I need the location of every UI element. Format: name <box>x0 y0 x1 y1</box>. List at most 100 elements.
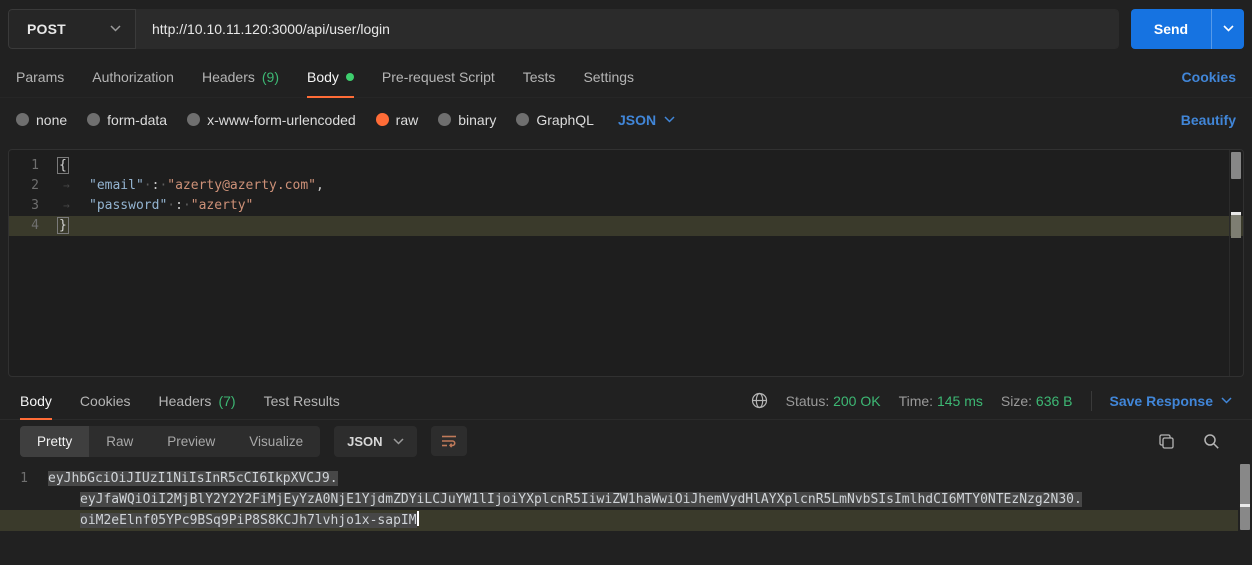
response-scrollbar-thumb[interactable] <box>1240 464 1250 530</box>
response-editor-lines: 1eyJhbGciOiJIUzI1NiIsInR5cCI6IkpXVCJ9.ey… <box>0 468 1252 531</box>
token-key: "email" <box>89 178 144 193</box>
copy-icon[interactable] <box>1158 433 1175 450</box>
chevron-down-icon <box>1221 397 1232 404</box>
beautify-link[interactable]: Beautify <box>1181 112 1236 128</box>
chevron-down-icon <box>664 116 675 123</box>
request-editor-lines: 1{2→"email"·:·"azerty@azerty.com",3→"pas… <box>9 156 1243 236</box>
line-number: 3 <box>9 196 57 216</box>
line-number: 2 <box>9 176 57 196</box>
radio-none[interactable]: none <box>16 112 67 128</box>
response-language-select[interactable]: JSON <box>334 426 416 457</box>
response-body-editor[interactable]: 1eyJhbGciOiJIUzI1NiIsInR5cCI6IkpXVCJ9.ey… <box>0 462 1252 552</box>
response-tab-body[interactable]: Body <box>20 382 52 420</box>
request-tabs: Params Authorization Headers (9) Body Pr… <box>0 57 1252 98</box>
indent-guide: → <box>57 176 89 196</box>
response-tab-cookies[interactable]: Cookies <box>80 382 131 420</box>
size-badge: Size: 636 B <box>1001 393 1073 409</box>
chevron-down-icon <box>110 25 121 32</box>
response-tab-test-results[interactable]: Test Results <box>264 382 340 420</box>
radio-graphql[interactable]: GraphQL <box>516 112 594 128</box>
send-group: Send <box>1131 9 1244 49</box>
send-button[interactable]: Send <box>1131 9 1211 49</box>
view-raw[interactable]: Raw <box>89 426 150 457</box>
tab-headers[interactable]: Headers (9) <box>202 57 279 98</box>
view-pretty[interactable]: Pretty <box>20 426 89 457</box>
response-tabs: Body Cookies Headers (7) Test Results <box>20 382 340 420</box>
radio-icon <box>187 113 200 126</box>
request-url-bar: POST http://10.10.11.120:3000/api/user/l… <box>0 0 1252 57</box>
code-line[interactable]: 1{ <box>9 156 1243 176</box>
search-icon[interactable] <box>1203 433 1220 450</box>
line-content: →"email"·:·"azerty@azerty.com", <box>57 176 324 196</box>
token-punct: ·:· <box>144 178 167 193</box>
tab-body[interactable]: Body <box>307 57 354 98</box>
method-select[interactable]: POST <box>8 9 136 49</box>
tab-pre-request-script[interactable]: Pre-request Script <box>382 57 495 98</box>
token-brace: { <box>57 157 69 174</box>
token-key: "password" <box>89 198 167 213</box>
scrollbar-thumb[interactable] <box>1231 152 1241 179</box>
token-punct: ·:· <box>167 198 190 213</box>
line-content: } <box>57 216 69 236</box>
radio-binary[interactable]: binary <box>438 112 496 128</box>
tab-tests[interactable]: Tests <box>523 57 556 98</box>
body-type-row: none form-data x-www-form-urlencoded raw… <box>0 98 1252 141</box>
code-line[interactable]: 2→"email"·:·"azerty@azerty.com", <box>9 176 1243 196</box>
response-headers-count: (7) <box>218 393 235 409</box>
line-number: 1 <box>9 156 57 176</box>
radio-icon <box>87 113 100 126</box>
wrap-text-button[interactable] <box>431 426 467 456</box>
save-response-button[interactable]: Save Response <box>1110 393 1233 409</box>
token-brace: } <box>57 217 69 234</box>
text-cursor <box>417 511 419 526</box>
response-line[interactable]: 1eyJhbGciOiJIUzI1NiIsInR5cCI6IkpXVCJ9. <box>0 468 1252 489</box>
url-input[interactable]: http://10.10.11.120:3000/api/user/login <box>136 9 1119 49</box>
network-globe-icon <box>751 392 768 409</box>
response-tab-headers[interactable]: Headers (7) <box>159 382 236 420</box>
response-toolbar-right <box>1158 433 1232 450</box>
code-line[interactable]: 3→"password"·:·"azerty" <box>9 196 1243 216</box>
response-line[interactable]: oiM2eElnf05YPc9BSq9PiP8S8KCJh7lvhjo1x-sa… <box>0 510 1238 531</box>
line-content: { <box>57 156 69 176</box>
radio-icon <box>16 113 29 126</box>
response-header: Body Cookies Headers (7) Test Results St… <box>0 382 1252 420</box>
status-badge: Status: 200 OK <box>786 393 881 409</box>
tab-authorization[interactable]: Authorization <box>92 57 174 98</box>
jwt-token-text: eyJhbGciOiJIUzI1NiIsInR5cCI6IkpXVCJ9. <box>48 471 338 486</box>
response-cursor-position-marker <box>1240 504 1250 507</box>
token-str: "azerty@azerty.com" <box>167 178 316 193</box>
method-label: POST <box>27 21 66 37</box>
line-content: →"password"·:·"azerty" <box>57 196 253 216</box>
cookies-link[interactable]: Cookies <box>1182 69 1236 85</box>
radio-form-data[interactable]: form-data <box>87 112 167 128</box>
response-view-group: Pretty Raw Preview Visualize <box>20 426 320 457</box>
headers-count: (9) <box>262 69 279 85</box>
view-preview[interactable]: Preview <box>150 426 232 457</box>
time-badge: Time: 145 ms <box>899 393 983 409</box>
token-str: "azerty" <box>191 198 254 213</box>
radio-selected-icon <box>376 113 389 126</box>
radio-x-www-form-urlencoded[interactable]: x-www-form-urlencoded <box>187 112 356 128</box>
token-punct: , <box>316 178 324 193</box>
response-line[interactable]: eyJfaWQiOiI2MjBlY2Y2Y2FiMjEyYzA0NjE1Yjdm… <box>0 489 1252 510</box>
body-has-content-dot <box>346 73 354 81</box>
tab-params[interactable]: Params <box>16 57 64 98</box>
radio-icon <box>438 113 451 126</box>
chevron-down-icon <box>393 438 404 445</box>
radio-raw[interactable]: raw <box>376 112 419 128</box>
radio-icon <box>516 113 529 126</box>
view-visualize[interactable]: Visualize <box>232 426 320 457</box>
request-body-editor[interactable]: 1{2→"email"·:·"azerty@azerty.com",3→"pas… <box>8 149 1244 377</box>
line-number <box>0 489 48 510</box>
raw-language-select[interactable]: JSON <box>618 112 675 128</box>
response-meta: Status: 200 OK Time: 145 ms Size: 636 B … <box>751 391 1232 411</box>
jwt-token-text: eyJfaWQiOiI2MjBlY2Y2Y2FiMjEyYzA0NjE1Yjdm… <box>80 492 1082 507</box>
indent-guide: → <box>57 196 89 216</box>
url-text: http://10.10.11.120:3000/api/user/login <box>152 21 390 37</box>
url-group: POST http://10.10.11.120:3000/api/user/l… <box>8 9 1119 49</box>
tab-settings[interactable]: Settings <box>583 57 634 98</box>
jwt-token-text: oiM2eElnf05YPc9BSq9PiP8S8KCJh7lvhjo1x-sa… <box>80 513 417 528</box>
code-line[interactable]: 4} <box>9 216 1243 236</box>
scrollbar-track <box>1229 150 1230 376</box>
send-options-button[interactable] <box>1211 9 1244 49</box>
